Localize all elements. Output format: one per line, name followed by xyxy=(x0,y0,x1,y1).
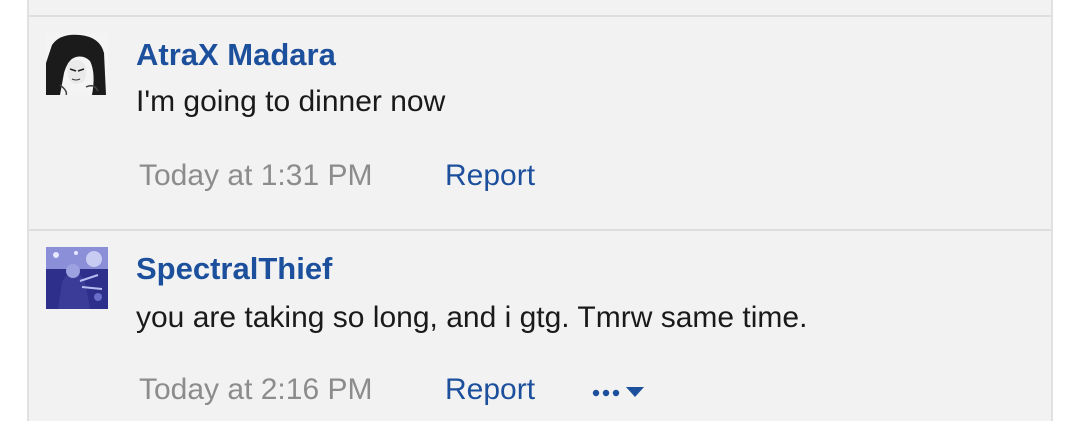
post-item: AtraX Madara I'm going to dinner now Tod… xyxy=(29,17,1051,229)
post-timestamp[interactable]: Today at 2:16 PM xyxy=(139,373,372,406)
avatar-image xyxy=(46,247,108,309)
post-meta: Today at 2:16 PM Report xyxy=(139,373,644,407)
avatar-image xyxy=(46,33,108,95)
post-timestamp[interactable]: Today at 1:31 PM xyxy=(139,159,372,192)
message-text: you are taking so long, and i gtg. Tmrw … xyxy=(136,301,808,334)
post-item: SpectralThief you are taking so long, an… xyxy=(29,231,1051,421)
message-text: I'm going to dinner now xyxy=(136,85,446,118)
more-options-dropdown-icon[interactable] xyxy=(590,373,656,409)
username-link[interactable]: SpectralThief xyxy=(136,251,332,287)
ellipsis-caret-icon xyxy=(592,387,644,397)
report-link[interactable]: Report xyxy=(445,159,535,193)
username-link[interactable]: AtraX Madara xyxy=(136,37,336,73)
post-meta: Today at 1:31 PM Report xyxy=(139,159,535,193)
comment-feed: AtraX Madara I'm going to dinner now Tod… xyxy=(27,0,1053,421)
user-avatar[interactable] xyxy=(46,247,108,309)
report-link[interactable]: Report xyxy=(445,373,535,407)
user-avatar[interactable] xyxy=(46,33,108,95)
